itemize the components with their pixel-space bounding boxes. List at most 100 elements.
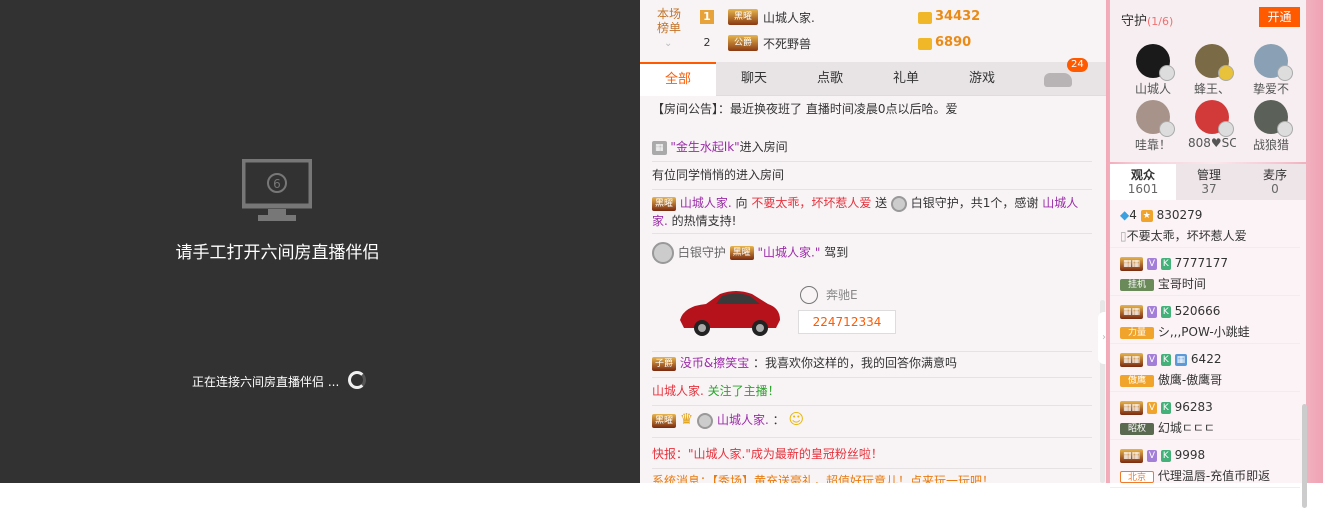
noble-badge: ▦▦	[1120, 352, 1144, 367]
open-guard-button[interactable]: 开通	[1259, 7, 1300, 27]
tab-chat[interactable]: 聊天	[716, 62, 792, 96]
noble-badge: ▦▦	[1120, 256, 1144, 271]
ranking-row[interactable]: 1 黑曜 山城人家. 34432	[696, 5, 1096, 31]
diamond-icon: ◆	[1120, 208, 1130, 222]
audience-scrollbar[interactable]	[1302, 404, 1307, 508]
guard-badge-icon	[1159, 65, 1175, 81]
side-panel: 守护(1/6) 开通 山城人 蜂王、 挚爱不 哇靠！ 808♥SC 战狼猎 观众…	[1106, 0, 1323, 508]
audience-list: ◆4 ★ 830279 ▯不要太乖，坏坏惹人爱 ▦▦ V K 7777177 挂…	[1110, 200, 1307, 508]
connecting-status: 正在连接六间房直播伴侣 ...	[192, 375, 340, 389]
phone-icon: ▯	[1120, 229, 1127, 243]
crown-icon: ♛	[679, 410, 694, 428]
chat-panel: 本场 榜单 ⌄ 1 黑曜 山城人家. 34432 2 公爵 不死野兽 6890 …	[640, 0, 1106, 483]
noble-badge: 公爵	[728, 35, 758, 51]
guard-avatar[interactable]: 战狼猎	[1247, 100, 1295, 158]
avatar	[1195, 100, 1234, 137]
guard-avatar[interactable]: 挚爱不	[1247, 44, 1295, 102]
noble-badge: 黑曜	[652, 196, 677, 211]
user-link[interactable]: 不要太乖，坏坏惹人爱	[751, 196, 871, 210]
list-item[interactable]: ▦▦ V K 520666 力量 シ,,,POW-小跳蛙	[1110, 296, 1300, 344]
ranking-user-name[interactable]: 山城人家.	[763, 9, 815, 26]
avatar	[1254, 44, 1293, 81]
noble-badge: 黑曜	[729, 246, 754, 260]
mercedes-logo-icon	[800, 286, 818, 304]
rank-number: 1	[700, 10, 714, 24]
count-badge: 24	[1067, 58, 1088, 72]
star-icon: ★	[1140, 209, 1153, 222]
noble-badge: 子爵	[652, 356, 677, 371]
list-item[interactable]: ▦▦ V K 9998 北京 代理温唇-充值币即返	[1110, 440, 1300, 488]
ranking-board: 本场 榜单 ⌄ 1 黑曜 山城人家. 34432 2 公爵 不死野兽 6890	[640, 0, 1106, 62]
tab-song[interactable]: 点歌	[792, 62, 868, 96]
guard-badge-icon	[1277, 65, 1293, 81]
guard-avatar[interactable]: 哇靠！	[1129, 100, 1177, 158]
enter-message: ▦ "金生水起lk"进入房间	[652, 138, 1092, 162]
list-item[interactable]: ▦▦ V K 7777177 挂机 宝哥时间	[1110, 248, 1300, 296]
guard-badge-icon	[1277, 121, 1293, 137]
list-item[interactable]: ▦▦ V K 96283 昭权 幻城ㄷㄷㄷ	[1110, 392, 1300, 440]
chat-message: 黑曜 ♛ 山城人家. ： ☺	[652, 410, 1092, 438]
svg-text:6: 6	[273, 177, 281, 191]
noble-badge: ▦▦	[1120, 304, 1144, 319]
guard-avatar[interactable]: 山城人	[1129, 44, 1177, 102]
guard-badge-icon	[1218, 121, 1234, 137]
enter-message: 有位同学悄悄的进入房间	[652, 166, 1092, 190]
coin-icon	[918, 12, 932, 24]
car-name: 奔驰E	[826, 288, 858, 302]
loading-spinner-icon	[348, 371, 366, 389]
follow-message: 山城人家. 关注了主播！	[652, 382, 1092, 406]
list-item[interactable]: ◆4 ★ 830279 ▯不要太乖，坏坏惹人爱	[1110, 200, 1300, 248]
coin-icon	[918, 38, 932, 50]
user-link[interactable]: "山城人家."	[758, 246, 821, 260]
ranking-score: 34432	[935, 9, 981, 24]
user-link[interactable]: 山城人家.	[680, 196, 732, 210]
rank-number: 2	[703, 36, 711, 49]
silver-guard-icon	[697, 412, 714, 429]
noble-badge: ▦▦	[1120, 448, 1144, 463]
system-message: 系统消息：【秀场】黄充送豪礼，超值好玩意儿！点来玩一玩吧！	[652, 474, 995, 483]
ranking-row[interactable]: 2 公爵 不死野兽 6890	[696, 31, 1096, 57]
noble-badge: ▦▦	[1120, 400, 1144, 415]
chat-tabs: 全部 聊天 点歌 礼单 游戏 24	[640, 58, 1106, 96]
guard-avatar[interactable]: 蜂王、	[1188, 44, 1236, 102]
gift-message: 黑曜 山城人家. 向 不要太乖，坏坏惹人爱 送 白银守护，共1个，感谢 山城人家…	[652, 194, 1092, 234]
guard-panel: 守护(1/6) 开通 山城人 蜂王、 挚爱不 哇靠！ 808♥SC 战狼猎	[1110, 0, 1306, 162]
audience-tabs: 观众 1601 管理 37 麦序 0	[1110, 164, 1306, 200]
tab-game[interactable]: 游戏	[944, 62, 1020, 96]
avatar	[1136, 44, 1175, 81]
tab-gift[interactable]: 礼单	[868, 62, 944, 96]
guard-avatar[interactable]: 808♥SC	[1188, 100, 1236, 158]
avatar	[1195, 44, 1234, 81]
tab-admins[interactable]: 管理 37	[1176, 164, 1242, 200]
user-link[interactable]: "金生水起lk"	[670, 140, 739, 154]
level-badge: ▦	[652, 140, 667, 155]
chat-feed: 【房间公告】：最近换夜班了 直播时间凌晨0点以后哈。爱 ▦ "金生水起lk"进入…	[640, 96, 1106, 483]
guard-title: 守护(1/6)	[1121, 14, 1174, 29]
guard-badge-icon	[1218, 65, 1234, 81]
chevron-down-icon[interactable]: ⌄	[664, 38, 672, 49]
guard-badge-icon	[1159, 121, 1175, 137]
car-image	[680, 291, 780, 336]
ranking-score: 6890	[935, 35, 972, 50]
chat-message: 子爵 没币&擦笑宝 ：我喜欢你这样的，我的回答你满意吗	[652, 354, 1092, 378]
ranking-user-name[interactable]: 不死野兽	[763, 35, 811, 52]
noble-badge: 黑曜	[728, 9, 758, 25]
silver-guard-icon	[652, 242, 674, 264]
smiley-emoji-icon: ☺	[788, 410, 805, 428]
user-link[interactable]: 山城人家.	[717, 413, 769, 427]
tab-all[interactable]: 全部	[640, 62, 716, 96]
tab-mic-queue[interactable]: 麦序 0	[1242, 164, 1308, 200]
stage-title: 请手工打开六间房直播伴侣	[175, 243, 380, 263]
video-stage: 6 请手工打开六间房直播伴侣 正在连接六间房直播伴侣 ...	[0, 0, 640, 483]
list-item[interactable]: ▦▦ V K ▦ 6422 傲鹰 傲鹰-傲鹰哥	[1110, 344, 1300, 392]
noble-badge: 黑曜	[652, 413, 677, 428]
tab-audience[interactable]: 观众 1601	[1110, 164, 1176, 200]
announcement: 【房间公告】：最近换夜班了 直播时间凌晨0点以后哈。爱	[652, 102, 958, 116]
avatar	[1136, 100, 1175, 137]
user-link[interactable]: 没币&擦笑宝	[680, 356, 749, 370]
user-link[interactable]: 山城人家.	[652, 384, 704, 398]
avatar	[1254, 100, 1293, 137]
monitor-icon: 6	[242, 159, 312, 221]
ranking-label[interactable]: 本场 榜单	[654, 7, 684, 35]
car-icon[interactable]	[1044, 73, 1072, 87]
